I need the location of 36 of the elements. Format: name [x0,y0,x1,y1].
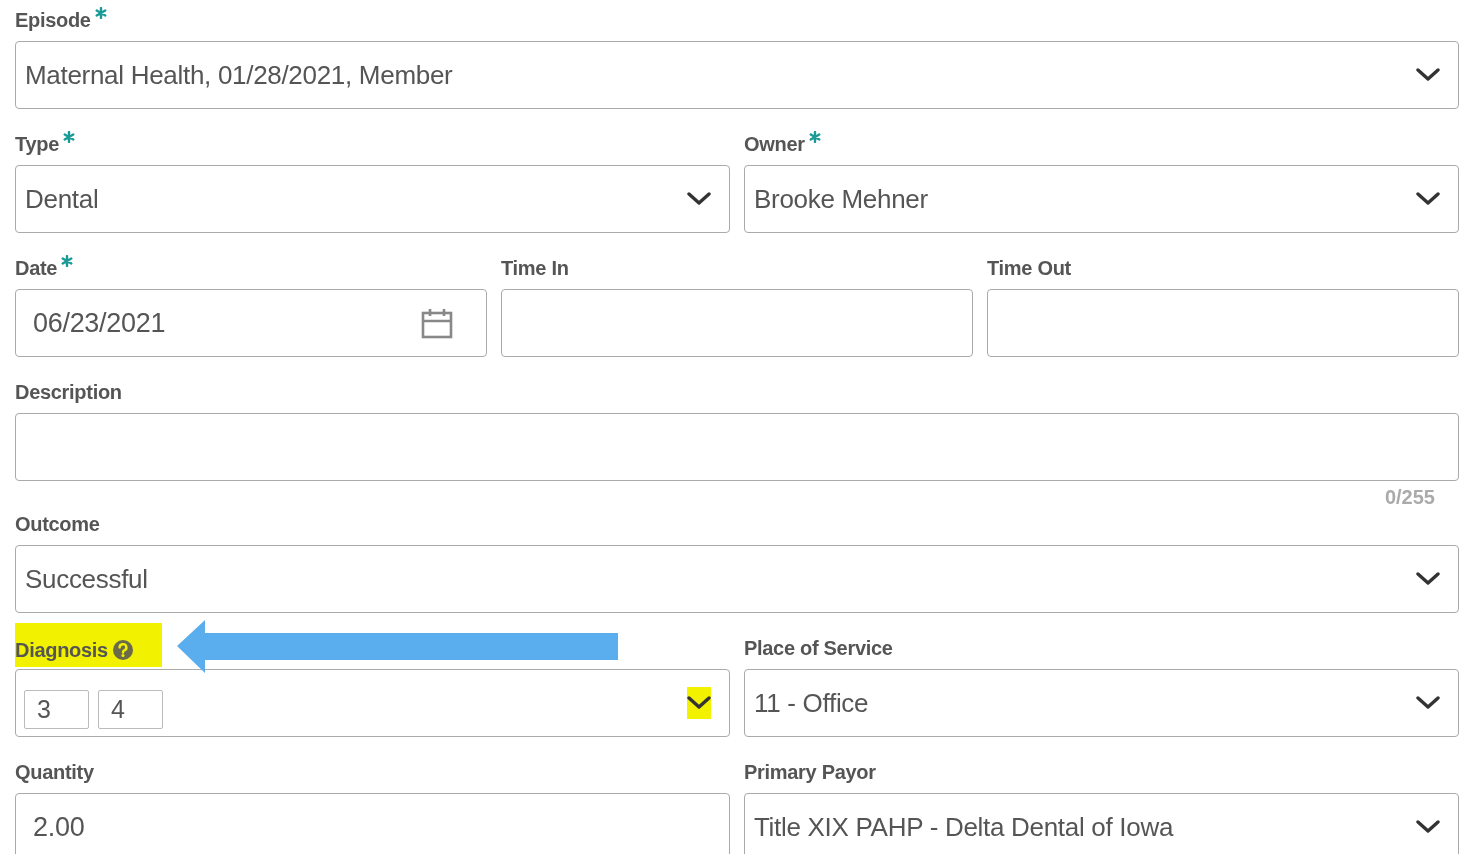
tag-chip[interactable]: 3 [24,689,89,729]
chevron-down-icon [1416,191,1440,207]
text-field[interactable] [501,289,973,357]
dropdown[interactable]: Successful [15,545,1459,613]
chevron-down-icon [1416,695,1440,711]
chevron-down-icon [1416,571,1440,587]
text-field[interactable] [987,289,1459,357]
field-label: Owner [744,132,805,156]
chevron-down-icon [687,695,711,711]
dropdown[interactable]: Dental [15,165,730,233]
chevron-down-icon [687,191,711,207]
dropdown[interactable]: 11 - Office [744,669,1459,737]
multi-select-field[interactable]: 3 4 [15,669,730,737]
field-label: Diagnosis [15,638,108,662]
dropdown[interactable]: Maternal Health, 01/28/2021, Member [15,41,1459,109]
dropdown[interactable]: Brooke Mehner [744,165,1459,233]
field-label: Time Out [987,256,1071,280]
character-counter: 0/255 [1384,486,1435,508]
tag-chip[interactable]: 4 [98,689,163,729]
date-field[interactable]: 06/23/2021 [15,289,487,357]
field-label: Place of Service [744,636,893,660]
field-label: Episode [15,8,91,32]
calendar-icon[interactable] [421,307,453,339]
field-label: Time In [501,256,569,280]
text-field[interactable] [15,413,1459,481]
chevron-down-icon [1416,67,1440,83]
field-label: Primary Payor [744,760,876,784]
field-label: Quantity [15,760,94,784]
dropdown[interactable]: Title XIX PAHP - Delta Dental of Iowa [744,793,1459,854]
help-icon[interactable] [111,639,134,661]
field-label: Type [15,132,59,156]
field-label: Description [15,380,122,404]
text-field[interactable]: 2.00 [15,793,730,854]
field-label: Date [15,256,58,280]
field-label: Outcome [15,512,100,536]
chevron-down-icon [1416,819,1440,835]
